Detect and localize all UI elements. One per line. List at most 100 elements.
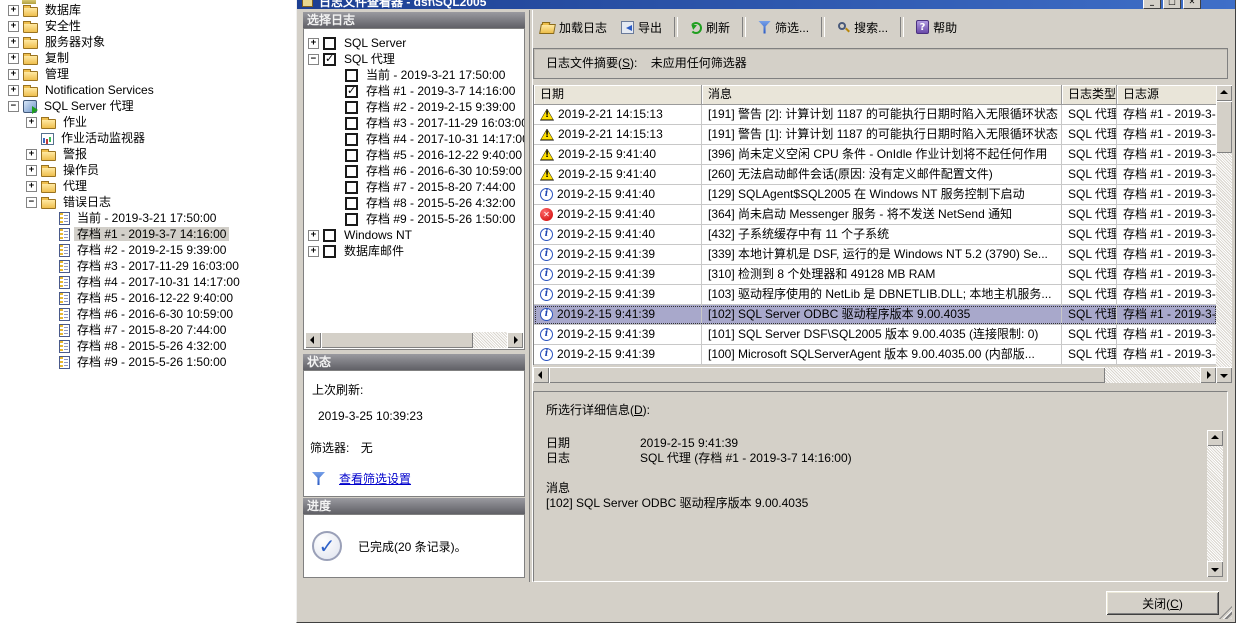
collapse-toggle-icon[interactable]: −: [26, 197, 37, 208]
explorer-item[interactable]: +作业: [0, 114, 296, 130]
log-table-row[interactable]: 2019-2-15 9:41:39[100] Microsoft SQLServ…: [534, 345, 1217, 365]
explorer-item[interactable]: 存档 #1 - 2019-3-7 14:16:00: [0, 226, 296, 242]
table-hscrollbar[interactable]: [533, 367, 1216, 383]
expand-toggle-icon[interactable]: +: [26, 181, 37, 192]
explorer-item[interactable]: −SQL Server 代理: [0, 98, 296, 114]
log-table-row[interactable]: 2019-2-15 9:41:40[432] 子系统缓存中有 11 个子系统SQ…: [534, 225, 1217, 245]
select-log-item[interactable]: 存档 #3 - 2017-11-29 16:03:00: [304, 115, 524, 131]
toolbar-button-filter[interactable]: 筛选...: [751, 15, 816, 39]
scroll-down-button[interactable]: [1216, 367, 1232, 383]
log-checkbox[interactable]: [345, 101, 358, 114]
select-log-item[interactable]: ✓存档 #1 - 2019-3-7 14:16:00: [304, 83, 524, 99]
select-log-item[interactable]: 存档 #2 - 2019-2-15 9:39:00: [304, 99, 524, 115]
explorer-item[interactable]: 存档 #4 - 2017-10-31 14:17:00: [0, 274, 296, 290]
explorer-item[interactable]: +服务器对象: [0, 34, 296, 50]
toolbar-button-open-folder[interactable]: 加载日志: [533, 15, 614, 39]
table-vscrollbar[interactable]: [1216, 85, 1232, 383]
log-table-row[interactable]: 2019-2-15 9:41:40[396] 尚未定义空闲 CPU 条件 - O…: [534, 145, 1217, 165]
close-button[interactable]: 关闭(C): [1106, 591, 1219, 615]
select-log-item[interactable]: 存档 #7 - 2015-8-20 7:44:00: [304, 179, 524, 195]
select-log-item[interactable]: +数据库邮件: [304, 243, 524, 259]
select-log-item[interactable]: −✓SQL 代理: [304, 51, 524, 67]
explorer-item[interactable]: 存档 #2 - 2019-2-15 9:39:00: [0, 242, 296, 258]
scroll-thumb[interactable]: [1216, 101, 1232, 153]
help-button[interactable]: 帮助: [909, 15, 964, 39]
select-log-item[interactable]: +Windows NT: [304, 227, 524, 243]
scroll-track[interactable]: [1207, 446, 1223, 561]
maximize-button[interactable]: □: [1163, 0, 1181, 9]
select-log-item[interactable]: +SQL Server: [304, 35, 524, 51]
select-log-item[interactable]: 存档 #4 - 2017-10-31 14:17:00: [304, 131, 524, 147]
explorer-item[interactable]: +安全性: [0, 18, 296, 34]
scroll-right-button[interactable]: [507, 332, 523, 348]
explorer-item[interactable]: +管理: [0, 66, 296, 82]
expand-toggle-icon[interactable]: +: [308, 38, 319, 49]
explorer-item[interactable]: +警报: [0, 146, 296, 162]
column-header[interactable]: 日志类型: [1062, 85, 1117, 105]
explorer-item[interactable]: 存档 #9 - 2015-5-26 1:50:00: [0, 354, 296, 370]
explorer-item[interactable]: +复制: [0, 50, 296, 66]
explorer-item[interactable]: +Notification Services: [0, 82, 296, 98]
column-header[interactable]: 消息: [702, 85, 1062, 105]
toolbar-button-search[interactable]: 搜索...: [830, 15, 895, 39]
log-table-row[interactable]: 2019-2-15 9:41:39[339] 本地计算机是 DSF, 运行的是 …: [534, 245, 1217, 265]
select-log-item[interactable]: 存档 #5 - 2016-12-22 9:40:00: [304, 147, 524, 163]
column-header[interactable]: 日志源: [1117, 85, 1217, 105]
select-log-item[interactable]: 存档 #8 - 2015-5-26 4:32:00: [304, 195, 524, 211]
log-checkbox[interactable]: [345, 197, 358, 210]
expand-toggle-icon[interactable]: +: [26, 149, 37, 160]
expand-toggle-icon[interactable]: +: [26, 117, 37, 128]
expand-toggle-icon[interactable]: +: [8, 69, 19, 80]
log-checkbox[interactable]: [345, 149, 358, 162]
explorer-item[interactable]: 存档 #5 - 2016-12-22 9:40:00: [0, 290, 296, 306]
scroll-track[interactable]: [1216, 153, 1232, 367]
explorer-item[interactable]: 作业活动监视器: [0, 130, 296, 146]
collapse-toggle-icon[interactable]: −: [308, 54, 319, 65]
scroll-up-button[interactable]: [1207, 430, 1223, 446]
log-table-row[interactable]: 2019-2-15 9:41:40[364] 尚未启动 Messenger 服务…: [534, 205, 1217, 225]
explorer-item[interactable]: 存档 #8 - 2015-5-26 4:32:00: [0, 338, 296, 354]
explorer-item[interactable]: −错误日志: [0, 194, 296, 210]
scroll-track[interactable]: [1105, 367, 1200, 383]
scroll-left-button[interactable]: [305, 332, 321, 348]
log-table-row[interactable]: 2019-2-15 9:41:40[260] 无法启动邮件会话(原因: 没有定义…: [534, 165, 1217, 185]
log-checkbox[interactable]: [323, 229, 336, 242]
expand-toggle-icon[interactable]: +: [8, 37, 19, 48]
minimize-button[interactable]: _: [1143, 0, 1161, 9]
resize-grip[interactable]: [1219, 606, 1232, 619]
toolbar-button-refresh[interactable]: 刷新: [683, 15, 737, 39]
expand-toggle-icon[interactable]: +: [308, 230, 319, 241]
column-header[interactable]: 日期: [534, 85, 702, 105]
view-filter-settings-link[interactable]: 查看筛选设置: [339, 470, 411, 487]
log-checkbox[interactable]: [345, 181, 358, 194]
scroll-right-button[interactable]: [1200, 367, 1216, 383]
explorer-item[interactable]: 存档 #6 - 2016-6-30 10:59:00: [0, 306, 296, 322]
log-table-row[interactable]: 2019-2-21 14:15:13[191] 警告 [1]: 计算计划 118…: [534, 125, 1217, 145]
scroll-thumb[interactable]: [321, 332, 473, 348]
expand-toggle-icon[interactable]: +: [8, 21, 19, 32]
scroll-left-button[interactable]: [533, 367, 549, 383]
expand-toggle-icon[interactable]: +: [8, 53, 19, 64]
close-button[interactable]: ✕: [1183, 0, 1201, 9]
collapse-toggle-icon[interactable]: −: [8, 101, 19, 112]
select-log-item[interactable]: 存档 #9 - 2015-5-26 1:50:00: [304, 211, 524, 227]
details-vscrollbar[interactable]: [1207, 430, 1223, 577]
log-table-row[interactable]: 2019-2-15 9:41:39[103] 驱动程序使用的 NetLib 是 …: [534, 285, 1217, 305]
log-checkbox[interactable]: ✓: [345, 85, 358, 98]
log-table-row[interactable]: 2019-2-15 9:41:39[102] SQL Server ODBC 驱…: [534, 305, 1217, 325]
scroll-down-button[interactable]: [1207, 561, 1223, 577]
explorer-item[interactable]: +代理: [0, 178, 296, 194]
log-checkbox[interactable]: [345, 133, 358, 146]
log-checkbox[interactable]: ✓: [323, 53, 336, 66]
scroll-thumb[interactable]: [549, 367, 1105, 383]
scroll-up-button[interactable]: [1216, 85, 1232, 101]
log-checkbox[interactable]: [323, 37, 336, 50]
toolbar-button-export[interactable]: 导出: [614, 15, 669, 39]
log-table-row[interactable]: 2019-2-21 14:15:13[191] 警告 [2]: 计算计划 118…: [534, 105, 1217, 125]
log-table-row[interactable]: 2019-2-15 9:41:40[129] SQLAgent$SQL2005 …: [534, 185, 1217, 205]
expand-toggle-icon[interactable]: +: [8, 5, 19, 16]
log-checkbox[interactable]: [345, 165, 358, 178]
expand-toggle-icon[interactable]: +: [8, 85, 19, 96]
log-checkbox[interactable]: [345, 69, 358, 82]
explorer-item[interactable]: +数据库: [0, 2, 296, 18]
